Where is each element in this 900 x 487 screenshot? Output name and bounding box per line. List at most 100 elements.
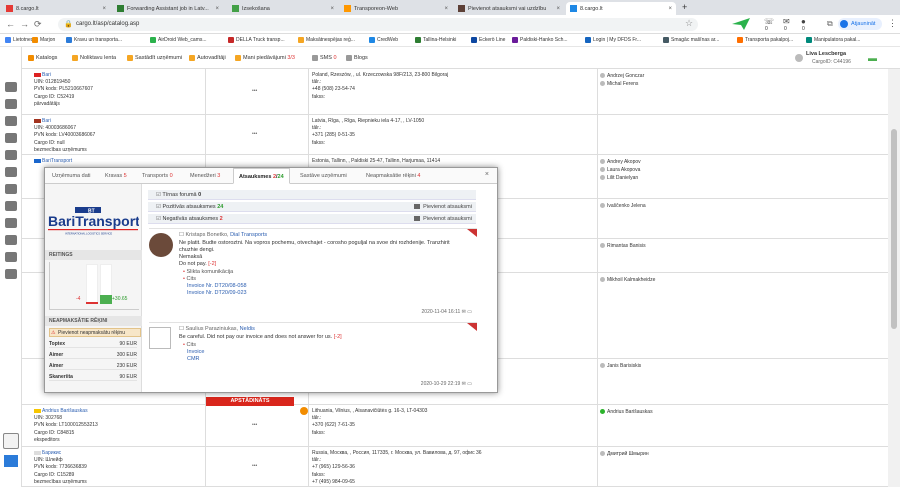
bookmark-item[interactable]: Smagāc mašīnas ar... <box>663 37 719 43</box>
close-icon[interactable]: × <box>215 6 219 12</box>
tab-modal[interactable]: Atsauksmes 2/24 <box>233 168 290 184</box>
bookmark-item[interactable]: Maksātnespējas reģ... <box>298 37 355 43</box>
bookmark-item[interactable]: Transporta pakalpoj... <box>737 37 793 43</box>
edit-icon[interactable]: ▭ <box>466 381 472 387</box>
add-feedback-button[interactable]: Pievienot atsauksmi <box>414 202 472 212</box>
tab-modal[interactable]: Transports 0 <box>137 168 178 184</box>
contact-person[interactable]: Дмитрий Шмырин <box>600 450 649 458</box>
contact-person[interactable]: Andrey Akopov <box>600 158 641 166</box>
back-icon[interactable]: ← <box>6 19 15 29</box>
contact-person[interactable]: Michal Ferens <box>600 80 644 88</box>
bookmark-item[interactable]: Paldiski-Hanko Sch... <box>512 37 568 43</box>
bookmark-item[interactable]: Manipulatora pakal... <box>806 37 860 43</box>
tab-modal[interactable]: Sastāve uzņēmumi <box>295 168 352 184</box>
contact-person[interactable]: Janis Barisiskis <box>600 362 641 370</box>
menu-blogs[interactable]: Blogs <box>346 55 368 61</box>
company-name[interactable]: Bari <box>34 118 95 125</box>
sidebar-plane-icon[interactable] <box>5 133 17 143</box>
menu-warehouse-feed[interactable]: Noliktavu lenta <box>72 55 116 61</box>
sidebar-docs-icon[interactable] <box>5 235 17 245</box>
sidebar-warehouse-icon[interactable] <box>5 116 17 126</box>
browser-tab[interactable]: Izsekošana × <box>228 2 338 15</box>
sidebar-container-icon[interactable] <box>5 184 17 194</box>
sidebar-apps-icon[interactable] <box>4 455 18 467</box>
tab-modal[interactable]: Menedžeri 3 <box>185 168 225 184</box>
url-input[interactable]: cargo.lt/asp/catalog.asp <box>58 18 698 31</box>
bookmark-item[interactable]: Eckerö Line <box>471 37 505 43</box>
browser-menu-icon[interactable]: ⋮ <box>888 18 897 29</box>
bookmark-item[interactable]: Lietotnes <box>5 37 33 43</box>
sidebar-tender-icon[interactable] <box>5 201 17 211</box>
close-icon[interactable]: × <box>444 6 448 12</box>
contact-person[interactable]: Mikhoil Kalmakheidze <box>600 276 655 284</box>
browser-tab[interactable]: Forwarding Assistant job in Latv... × <box>113 2 223 15</box>
feedback-summary-row[interactable]: ☑ Pozitīvās atsauksmes 24 Pievienot atsau… <box>148 202 476 212</box>
bookmark-item[interactable]: CredWeb <box>369 37 398 43</box>
forward-icon[interactable]: → <box>20 19 29 29</box>
menu-catalog[interactable]: Katalogs <box>28 55 57 61</box>
extension-counters[interactable]: ☏ 0 ✉ 0 ● 0 <box>764 17 814 32</box>
reload-icon[interactable]: ⟳ <box>34 19 42 30</box>
sidebar-support-avatar[interactable] <box>3 433 19 449</box>
menu-my-offers[interactable]: Mani piedāvājumi 3/3 <box>235 55 295 61</box>
company-name[interactable]: Andrius Barišauskas <box>34 408 98 415</box>
feedback-attachment-link[interactable]: Invoice Nr. DT20/09-023 <box>187 290 247 297</box>
feedback-summary-row[interactable]: ☑ Negatīvās atsauksmes 2 Pievienot atsauk… <box>148 214 476 224</box>
sidebar-map-icon[interactable] <box>5 269 17 279</box>
row-menu-icon[interactable]: ••• <box>252 88 257 94</box>
bookmark-item[interactable]: Tallina-Helsinki <box>415 37 456 43</box>
close-icon[interactable]: × <box>668 6 672 12</box>
airdroid-extension-icon[interactable] <box>730 16 752 32</box>
tab-modal[interactable]: Uzņēmuma dati <box>47 168 96 184</box>
star-icon[interactable]: ☆ <box>685 18 693 29</box>
bookmark-item[interactable]: DELLA Truck transp... <box>228 37 285 43</box>
user-avatar[interactable] <box>795 54 803 62</box>
bookmark-item[interactable]: Marjon <box>32 37 55 43</box>
sidebar-trucks-icon[interactable] <box>5 82 17 92</box>
feedback-attachment-link[interactable]: Invoice <box>187 349 204 356</box>
contact-person[interactable]: Rimantas Banisis <box>600 242 646 250</box>
row-menu-icon[interactable]: ••• <box>252 131 257 137</box>
add-feedback-button[interactable]: Pievienot atsauksmi <box>414 214 472 224</box>
browser-tab[interactable]: Transporeon-Web × <box>340 2 452 15</box>
sidebar-crane-icon[interactable] <box>5 218 17 228</box>
row-menu-icon[interactable]: ••• <box>252 422 257 428</box>
close-icon[interactable]: × <box>556 6 560 12</box>
update-button[interactable]: Atjaunināt <box>838 18 882 30</box>
company-name[interactable]: Bari <box>34 72 93 79</box>
browser-tab[interactable]: 8.cargo.lt × <box>2 2 110 15</box>
lock-icon[interactable]: 🔒 <box>64 20 73 28</box>
sidebar-tools-icon[interactable] <box>5 252 17 262</box>
scrollbar-thumb[interactable] <box>891 129 897 329</box>
feedback-summary-row[interactable]: ☑ Tīrnas forumā 0 <box>148 190 476 200</box>
tab-modal[interactable]: Kravas 5 <box>100 168 132 184</box>
row-menu-icon[interactable]: ••• <box>252 463 257 469</box>
close-icon[interactable]: × <box>485 171 489 178</box>
contact-person[interactable]: Lilit Danielyan <box>600 174 641 182</box>
feedback-company[interactable]: Dial Transports <box>230 232 267 238</box>
feedback-attachment-link[interactable]: CMR <box>187 356 200 363</box>
bookmark-item[interactable]: AirDroid Web_cams... <box>150 37 207 43</box>
company-name[interactable]: BariTransport <box>34 158 72 165</box>
tab-modal[interactable]: Neapmaksātie rēķini 4 <box>361 168 425 184</box>
browser-tab[interactable]: 8.cargo.lt × <box>566 2 676 15</box>
language-flag-icon[interactable]: ▬ <box>868 53 877 63</box>
feedback-attachment-link[interactable]: Invoice Nr. DT20/08-058 <box>187 283 247 290</box>
extensions-icon[interactable]: ⧉ <box>827 19 833 29</box>
menu-companies[interactable]: Sastādīt uzņēmumi <box>127 55 182 61</box>
feedback-company[interactable]: Neldis <box>240 326 255 332</box>
menu-sms[interactable]: SMS 0 <box>312 55 337 61</box>
contact-person[interactable]: Andrius Barišauskas <box>600 408 653 416</box>
contact-person[interactable]: Andrzej Gonczar <box>600 72 644 80</box>
browser-tab[interactable]: Pievienot atsauksmi vai uzdzību × <box>454 2 564 15</box>
new-tab-button[interactable]: + <box>682 2 687 12</box>
bookmark-item[interactable]: Login | My DFDS Fr... <box>585 37 641 43</box>
page-scrollbar[interactable] <box>888 69 900 487</box>
sidebar-ship-icon[interactable] <box>5 150 17 160</box>
close-icon[interactable]: × <box>102 6 106 12</box>
edit-icon[interactable]: ▭ <box>466 309 472 315</box>
sidebar-rail-icon[interactable] <box>5 167 17 177</box>
add-unpaid-invoice-button[interactable]: ⚠ Pievienot neapmaksātu rēķinu <box>49 328 141 337</box>
menu-drivers[interactable]: Autovadītāji <box>189 55 226 61</box>
contact-person[interactable]: Ivaščenko Jelena <box>600 202 646 210</box>
